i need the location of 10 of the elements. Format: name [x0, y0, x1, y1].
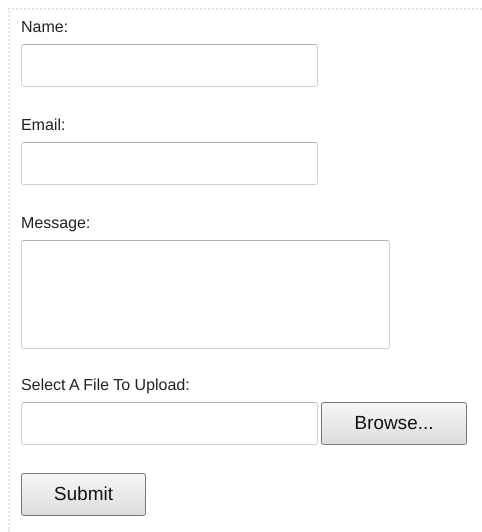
input-field[interactable]: [21, 142, 318, 185]
field-label: Email:: [21, 117, 66, 135]
field-label: Select A File To Upload:: [21, 377, 190, 395]
field-label: Message:: [21, 215, 90, 233]
field-label: Name:: [21, 19, 68, 37]
submit-button[interactable]: Submit: [21, 473, 146, 516]
message-field[interactable]: [21, 240, 390, 349]
browse-button[interactable]: Browse...: [321, 402, 467, 445]
file-path-field[interactable]: [21, 402, 318, 445]
input-field[interactable]: [21, 44, 318, 87]
